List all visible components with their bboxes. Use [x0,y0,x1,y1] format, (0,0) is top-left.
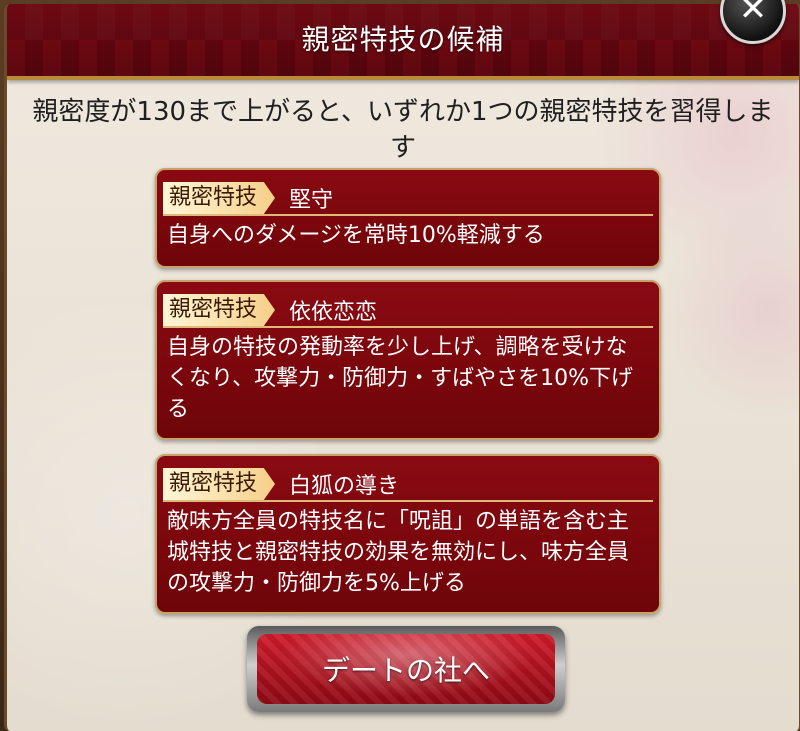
skill-card-2: 親密特技 依依恋恋 自身の特技の発動率を少し上げ、調略を受けなくなり、攻撃力・防… [155,280,661,440]
skill-candidates-dialog: 親密特技の候補 親密度が130まで上がると、いずれか1つの親密特技を習得します … [4,4,800,731]
goto-date-shrine-label: デートの社へ [321,654,490,687]
goto-date-shrine-button[interactable]: デートの社へ [247,626,565,712]
goto-date-shrine-button-inner[interactable]: デートの社へ [257,634,555,704]
dialog-header: 親密特技の候補 [7,4,799,80]
intro-text: 親密度が130まで上がると、いずれか1つの親密特技を習得します [32,97,774,163]
divider [163,326,653,328]
skill-head: 親密特技 白狐の導き [163,468,399,500]
skill-description: 自身へのダメージを常時10%軽減する [167,223,545,248]
skill-tag: 親密特技 [163,468,276,500]
skill-name: 依依恋恋 [289,300,378,325]
skill-name: 白狐の導き [289,474,400,499]
skill-description: 自身の特技の発動率を少し上げ、調略を受けなくなり、攻撃力・防御力・すばやさを10… [167,335,634,422]
divider [163,214,653,216]
divider [163,500,653,502]
skill-head: 親密特技 堅守 [163,182,333,214]
skill-card-3: 親密特技 白狐の導き 敵味方全員の特技名に「呪詛」の単語を含む主城特技と親密特技… [155,454,661,614]
skill-tag: 親密特技 [163,294,276,326]
skill-name: 堅守 [289,188,334,213]
skill-tag: 親密特技 [163,182,276,214]
skill-description: 敵味方全員の特技名に「呪詛」の単語を含む主城特技と親密特技の効果を無効にし、味方… [167,509,630,596]
skill-card-1: 親密特技 堅守 自身へのダメージを常時10%軽減する [155,168,661,268]
dialog-title: 親密特技の候補 [301,23,505,56]
skill-head: 親密特技 依依恋恋 [163,294,377,326]
